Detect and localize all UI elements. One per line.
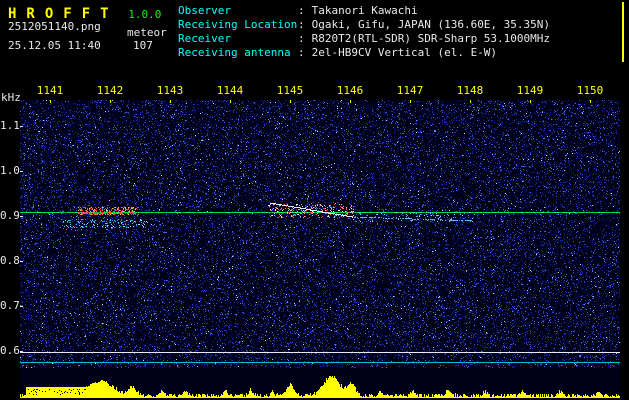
meta-row-observer: Observer: Takanori Kawachi: [178, 4, 550, 18]
meta-label: Receiving antenna: [178, 46, 291, 59]
spectrogram-canvas: [20, 100, 620, 398]
x-axis-labels: 1141 1142 1143 1144 1145 1146 1147 1148 …: [20, 84, 620, 98]
y-axis-labels: 1.1 1.0 0.9 0.8 0.7 0.6: [0, 0, 20, 400]
x-tick-label: 1143: [156, 84, 184, 97]
output-filename: 2512051140.png: [8, 20, 101, 33]
x-tick-label: 1144: [216, 84, 244, 97]
x-tick-label: 1149: [516, 84, 544, 97]
y-tick-label: 1.0: [0, 164, 20, 177]
x-tick-label: 1142: [96, 84, 124, 97]
y-tick-label: 0.8: [0, 254, 20, 267]
meta-colon: :: [298, 18, 305, 31]
header-right-rule: [622, 2, 624, 62]
mode-label: meteor: [127, 26, 167, 39]
meta-colon: :: [298, 46, 305, 59]
meta-label: Receiver: [178, 32, 231, 45]
x-tick-label: 1148: [456, 84, 484, 97]
meta-row-receiver: Receiver: R820T2(RTL-SDR) SDR-Sharp 53.10…: [178, 32, 550, 46]
app-version: 1.0.0: [128, 8, 162, 21]
echo-count: 107: [133, 39, 153, 52]
y-tick-label: 0.9: [0, 209, 20, 222]
observer-meta: Observer: Takanori Kawachi Receiving Loca…: [178, 4, 550, 60]
x-tick-label: 1145: [276, 84, 304, 97]
meta-label: Receiving Location: [178, 18, 298, 31]
y-tick-label: 0.7: [0, 299, 20, 312]
y-tick-label: 1.1: [0, 119, 20, 132]
y-tick-label: 0.6: [0, 344, 20, 357]
meta-row-location: Receiving Location: Ogaki, Gifu, JAPAN (1…: [178, 18, 550, 32]
record-datetime: 25.12.05 11:40: [8, 39, 101, 52]
meta-colon: :: [298, 4, 305, 17]
x-tick-label: 1146: [336, 84, 364, 97]
meta-value: R820T2(RTL-SDR) SDR-Sharp 53.1000MHz: [311, 32, 551, 45]
meta-label: Observer: [178, 4, 231, 17]
meta-value: 2el-HB9CV Vertical (el. E-W): [311, 46, 498, 59]
x-tick-label: 1147: [396, 84, 424, 97]
meta-colon: :: [298, 32, 305, 45]
hrofft-report: HROFFT 1.0.0 2512051140.png meteor 25.12…: [0, 0, 629, 400]
meta-value: Ogaki, Gifu, JAPAN (136.60E, 35.35N): [311, 18, 551, 31]
x-tick-label: 1141: [36, 84, 64, 97]
meta-value: Takanori Kawachi: [311, 4, 418, 17]
meta-row-antenna: Receiving antenna:2el-HB9CV Vertical (el…: [178, 46, 550, 60]
x-tick-label: 1150: [576, 84, 604, 97]
